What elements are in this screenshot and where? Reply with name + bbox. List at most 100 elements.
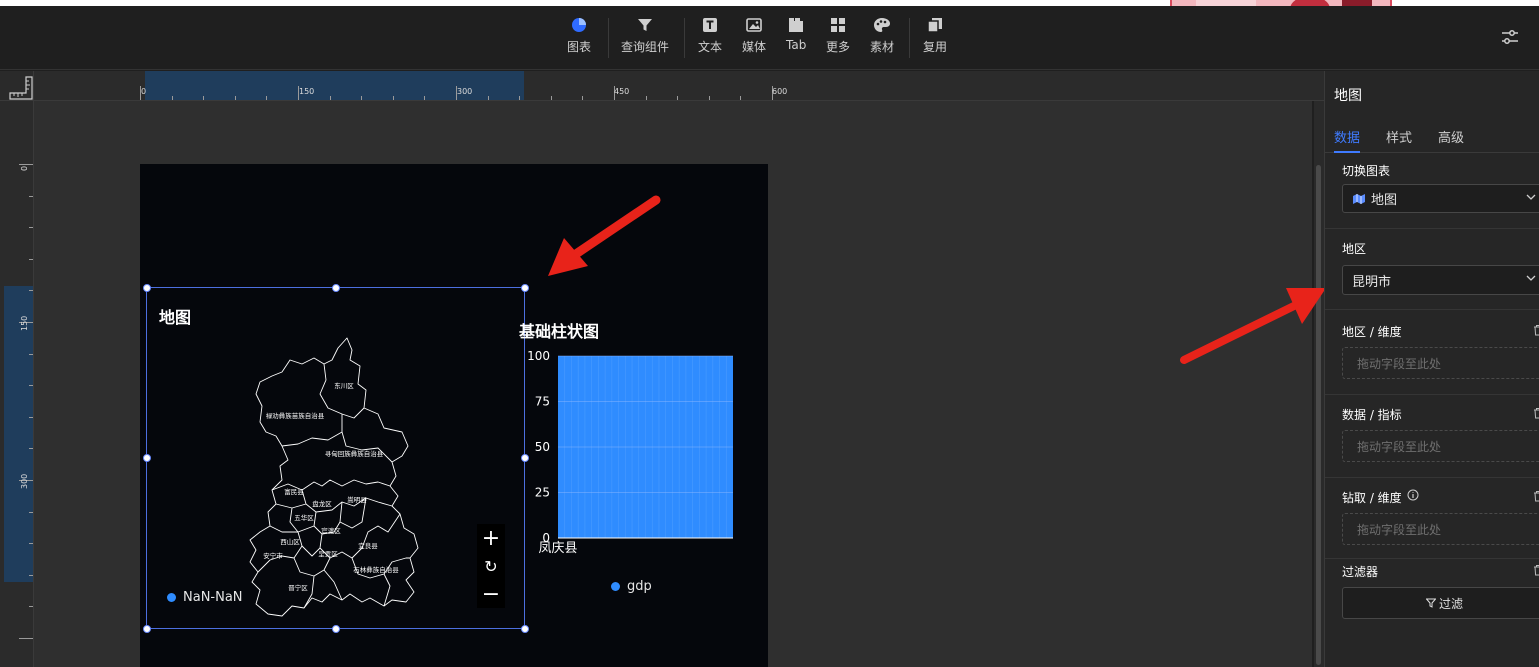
toolbar-media-button[interactable]: 媒体: [742, 16, 766, 64]
ruler-selection-range: [4, 286, 33, 582]
dimension-drop-zone[interactable]: 拖动字段至此处: [1342, 347, 1539, 379]
h-ruler-tick: [677, 96, 679, 100]
grid-more-icon: [829, 16, 847, 34]
toolbar-query-label: 查询组件: [621, 40, 670, 54]
v-ruler-tick: [19, 164, 33, 165]
h-ruler-tick: [361, 96, 363, 100]
h-ruler-tick: [329, 96, 331, 100]
toolbar-text-label: 文本: [698, 40, 723, 54]
panel-divider: [1325, 558, 1539, 559]
resize-handle[interactable]: [521, 625, 529, 633]
map-legend[interactable]: NaN-NaN: [167, 590, 243, 605]
resize-handle[interactable]: [143, 454, 151, 462]
region-select[interactable]: 昆明市: [1342, 265, 1539, 295]
v-ruler-tick: [29, 606, 33, 608]
palette-icon: [873, 16, 891, 34]
bar-chart-title: 基础柱状图: [519, 322, 600, 341]
dashboard-canvas[interactable]: 地图 东川区 禄劝彝族苗族自治县 寻甸回族彝族自治县 富民县 盘龙区 嵩明县 五…: [140, 164, 768, 667]
info-icon[interactable]: [1407, 489, 1419, 501]
toolbar-more-label: 更多: [826, 40, 851, 54]
tab-style[interactable]: 样式: [1386, 127, 1412, 153]
filter-funnel-icon: [636, 16, 654, 34]
tab-data[interactable]: 数据: [1334, 127, 1361, 153]
h-ruler-tick: [740, 96, 742, 100]
map-region-label: 盘龙区: [312, 499, 332, 508]
map-chart-icon: [1352, 193, 1366, 205]
toolbar-more-button[interactable]: 更多: [826, 16, 850, 64]
dimension-label: 地区 / 维度: [1342, 325, 1402, 339]
bar-chart-plot[interactable]: 0255075100凤庆县: [518, 348, 758, 560]
map-region-label: 安宁市: [263, 551, 283, 560]
h-ruler-tick: [582, 96, 584, 100]
map-region-label: 官渡区: [321, 526, 341, 535]
toolbar-chart-label: 图表: [567, 40, 592, 54]
trash-icon[interactable]: [1533, 324, 1539, 336]
v-ruler-label: 0: [20, 165, 29, 171]
top-toolbar: 图表 查询组件 文本 媒体 Tab 更多 素材 复用: [0, 6, 1539, 70]
h-ruler-label: 150: [299, 87, 315, 96]
legend-dot-icon: [611, 582, 620, 591]
toolbar-divider: [909, 18, 910, 58]
switch-chart-select[interactable]: 地图: [1342, 184, 1539, 213]
v-ruler-tick: [29, 227, 33, 229]
map-region-label: 晋宁区: [288, 583, 308, 592]
horizontal-ruler: 0 150 300 450 600: [34, 71, 1324, 101]
map-region-label: 禄劝彝族苗族自治县: [266, 411, 325, 420]
map-zoom-in-button[interactable]: +: [477, 524, 505, 552]
map-region-label: 东川区: [334, 381, 354, 390]
toolbar-material-button[interactable]: 素材: [870, 16, 894, 64]
toolbar-reuse-label: 复用: [923, 40, 948, 54]
trash-icon[interactable]: [1533, 407, 1539, 419]
resize-handle[interactable]: [143, 284, 151, 292]
map-reset-button[interactable]: ↻: [477, 552, 505, 580]
annotation-arrow-icon: [548, 195, 661, 276]
x-tick-label: 凤庆县: [538, 541, 577, 556]
sliders-icon[interactable]: [1501, 28, 1519, 46]
toolbar-text-button[interactable]: 文本: [698, 16, 722, 64]
tab-advanced[interactable]: 高级: [1438, 127, 1464, 153]
map-region-label: 富民县: [284, 487, 304, 496]
toolbar-material-label: 素材: [870, 40, 895, 54]
toolbar-tab-button[interactable]: Tab: [786, 16, 806, 64]
drill-label: 钻取 / 维度: [1342, 491, 1402, 505]
y-tick-label: 75: [535, 395, 550, 409]
kunming-map[interactable]: 东川区 禄劝彝族苗族自治县 寻甸回族彝族自治县 富民县 盘龙区 嵩明县 五华区 …: [242, 336, 422, 618]
resize-handle[interactable]: [332, 625, 340, 633]
panel-title: 地图: [1334, 88, 1362, 104]
h-ruler-label: 300: [457, 87, 473, 96]
map-component[interactable]: 地图 东川区 禄劝彝族苗族自治县 寻甸回族彝族自治县 富民县 盘龙区 嵩明县 五…: [143, 284, 529, 633]
trash-icon[interactable]: [1533, 490, 1539, 502]
map-zoom-out-button[interactable]: −: [477, 580, 505, 608]
resize-handle[interactable]: [521, 284, 529, 292]
ruler-selection-range: [145, 71, 524, 100]
scrollbar-thumb[interactable]: [1316, 165, 1321, 665]
h-ruler-label: 0: [141, 87, 147, 96]
y-tick-label: 25: [535, 486, 550, 500]
bar-chart-component[interactable]: 基础柱状图 0 25 50 75 100 凤庆县 gdp: [518, 314, 768, 604]
resize-handle[interactable]: [332, 284, 340, 292]
switch-chart-label: 切换图表: [1342, 164, 1391, 178]
workspace-scrollbar[interactable]: [1314, 101, 1324, 667]
toolbar-reuse-button[interactable]: 复用: [923, 16, 947, 64]
map-region-label: 呈贡区: [318, 550, 338, 558]
v-ruler-tick: [29, 511, 33, 513]
resize-handle[interactable]: [143, 625, 151, 633]
metric-label: 数据 / 指标: [1342, 408, 1402, 422]
trash-icon[interactable]: [1533, 564, 1539, 576]
image-icon: [745, 16, 763, 34]
panel-divider: [1325, 309, 1539, 310]
vertical-ruler: 0 150 300: [0, 101, 34, 667]
v-ruler-tick: [29, 258, 33, 260]
drill-drop-zone[interactable]: 拖动字段至此处: [1342, 513, 1539, 545]
filter-button[interactable]: 过滤: [1342, 587, 1539, 619]
toolbar-query-button[interactable]: 查询组件: [621, 16, 669, 64]
panel-divider: [1325, 228, 1539, 229]
filter-funnel-icon: [1425, 598, 1436, 608]
map-title: 地图: [159, 308, 192, 327]
toolbar-chart-button[interactable]: 图表: [567, 16, 591, 64]
ruler-corner-icon[interactable]: [0, 71, 34, 101]
bar-chart-legend[interactable]: gdp: [611, 579, 652, 594]
map-legend-label: NaN-NaN: [183, 590, 243, 605]
metric-drop-zone[interactable]: 拖动字段至此处: [1342, 430, 1539, 462]
y-tick-label: 100: [527, 349, 550, 363]
